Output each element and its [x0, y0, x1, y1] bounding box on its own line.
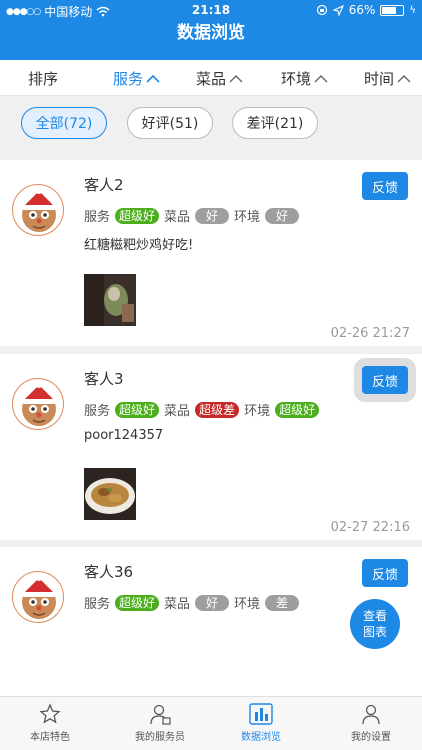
page-title: 数据浏览: [0, 20, 422, 60]
tab-my-settings[interactable]: 我的设置: [321, 703, 421, 743]
rating-label: 菜品: [164, 210, 191, 225]
view-chart-button[interactable]: 查看 图表: [350, 599, 400, 649]
review-photo[interactable]: [84, 274, 136, 326]
review-comment: poor124357: [84, 428, 164, 443]
tab-my-waiters[interactable]: 我的服务员: [110, 703, 210, 743]
avatar: [12, 378, 64, 430]
tab-label: 我的设置: [351, 732, 391, 743]
battery-icon: [380, 4, 405, 16]
status-bar: ●●●○○ 中国移动 21:18 66% ϟ: [0, 0, 422, 20]
customer-name: 客人2: [84, 176, 124, 194]
review-photo[interactable]: [84, 468, 136, 520]
photo-thumbnail: [84, 274, 136, 326]
tab-label: 本店特色: [30, 732, 70, 743]
view-chart-line2: 图表: [362, 625, 387, 639]
sort-bar: 排序 服务 菜品 环境 时间: [0, 60, 422, 96]
rating-badge: 好: [265, 207, 300, 224]
rating-label: 菜品: [164, 597, 191, 612]
person-icon: [362, 704, 380, 725]
santa-avatar-icon: [22, 188, 56, 232]
review-card: 客人3 服务 超级好 菜品 超级差 环境 超级好 poor124357 02-2…: [0, 354, 422, 540]
rating-label: 服务: [84, 404, 111, 419]
rating-badge: 超级好: [115, 594, 160, 611]
bar-chart-icon: [249, 703, 273, 725]
rating-label: 环境: [244, 404, 271, 419]
location-arrow-icon: [332, 4, 344, 16]
avatar: [12, 571, 64, 623]
battery-percent: 66%: [348, 3, 376, 17]
tab-store-features[interactable]: 本店特色: [0, 703, 100, 743]
sort-environment[interactable]: 环境: [281, 68, 328, 89]
rating-badge: 好: [195, 207, 230, 224]
view-chart-line1: 查看: [362, 609, 387, 623]
chevron-up-icon: [397, 75, 411, 83]
rating-badge: 好: [195, 594, 230, 611]
rotation-lock-icon: [316, 4, 327, 16]
chevron-up-icon: [229, 75, 243, 83]
tab-bar: 本店特色 我的服务员 数据浏览 我的设置: [0, 696, 422, 750]
sort-dish-label: 菜品: [196, 70, 227, 88]
chevron-up-icon: [146, 74, 160, 83]
photo-thumbnail: [84, 468, 136, 520]
filter-positive-chip[interactable]: 好评(51): [127, 107, 213, 139]
sort-time-label: 时间: [364, 70, 395, 88]
rating-label: 服务: [84, 597, 111, 612]
chevron-up-icon: [314, 75, 328, 83]
sort-service[interactable]: 服务: [113, 68, 160, 89]
review-comment: 红糖糍粑炒鸡好吃!: [84, 238, 194, 253]
avatar: [12, 184, 64, 236]
rating-label: 服务: [84, 210, 111, 225]
tab-data-browse[interactable]: 数据浏览: [211, 703, 311, 743]
feedback-button[interactable]: 反馈: [362, 172, 408, 200]
rating-row: 服务 超级好 菜品 好 环境 差: [84, 593, 300, 612]
rating-badge: 超级好: [275, 401, 320, 418]
review-time: 02-27 22:16: [330, 520, 410, 535]
tab-label: 数据浏览: [241, 732, 281, 743]
filter-bar: 全部(72) 好评(51) 差评(21): [0, 96, 422, 154]
rating-badge: 超级好: [115, 401, 160, 418]
sort-dish[interactable]: 菜品: [196, 68, 243, 89]
charging-bolt-icon: ϟ: [409, 4, 416, 16]
rating-row: 服务 超级好 菜品 好 环境 好: [84, 206, 300, 225]
rating-badge: 超级好: [115, 207, 160, 224]
santa-avatar-icon: [22, 382, 56, 426]
feedback-button[interactable]: 反馈: [362, 366, 408, 394]
sort-time[interactable]: 时间: [364, 68, 411, 89]
rating-row: 服务 超级好 菜品 超级差 环境 超级好: [84, 400, 320, 419]
filter-negative-chip[interactable]: 差评(21): [232, 107, 318, 139]
rating-badge: 超级差: [195, 401, 240, 418]
feedback-button[interactable]: 反馈: [362, 559, 408, 587]
santa-avatar-icon: [22, 575, 56, 619]
customer-name: 客人3: [84, 370, 124, 388]
tab-label: 我的服务员: [135, 732, 185, 743]
rating-badge: 差: [265, 594, 300, 611]
waiter-icon: [150, 704, 171, 725]
filter-all-chip[interactable]: 全部(72): [21, 107, 107, 139]
sort-service-label: 服务: [113, 70, 144, 88]
review-time: 02-26 21:27: [330, 326, 410, 341]
sort-label: 排序: [28, 70, 59, 88]
star-icon: [39, 703, 61, 724]
rating-label: 菜品: [164, 404, 191, 419]
review-card: 客人2 服务 超级好 菜品 好 环境 好 红糖糍粑炒鸡好吃! 02-26 21:…: [0, 160, 422, 346]
sort-environment-label: 环境: [281, 70, 312, 88]
customer-name: 客人36: [84, 563, 134, 581]
rating-label: 环境: [234, 210, 261, 225]
rating-label: 环境: [234, 597, 261, 612]
